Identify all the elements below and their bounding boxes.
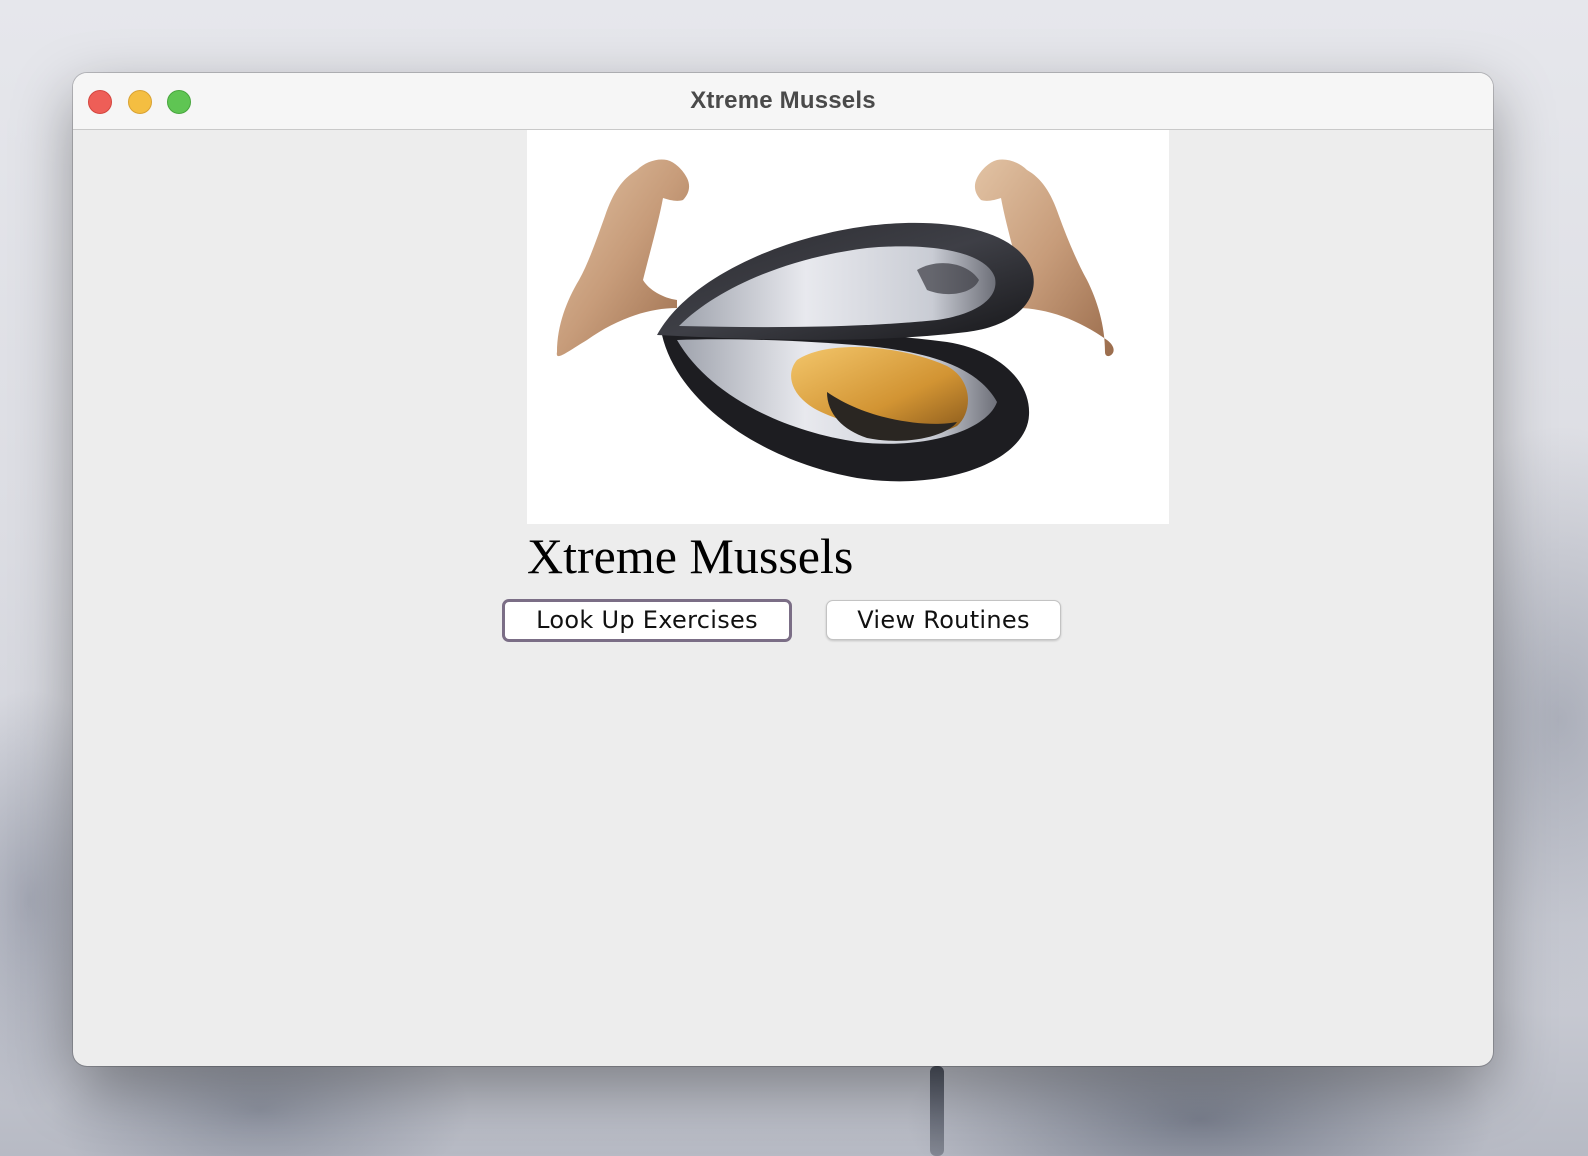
view-routines-button[interactable]: View Routines [826,600,1061,640]
desktop-wallpaper-detail [930,1066,944,1156]
title-bar[interactable]: Xtreme Mussels [73,73,1493,130]
main-content: Xtreme Mussels Look Up Exercises View Ro… [73,130,1493,1066]
look-up-exercises-button[interactable]: Look Up Exercises [502,599,792,642]
window-title: Xtreme Mussels [690,87,876,114]
app-heading: Xtreme Mussels [527,528,854,584]
flexing-mussel-logo-icon [527,130,1169,524]
app-window: Xtreme Mussels Xtreme Mussels Look Up Ex… [73,73,1493,1066]
